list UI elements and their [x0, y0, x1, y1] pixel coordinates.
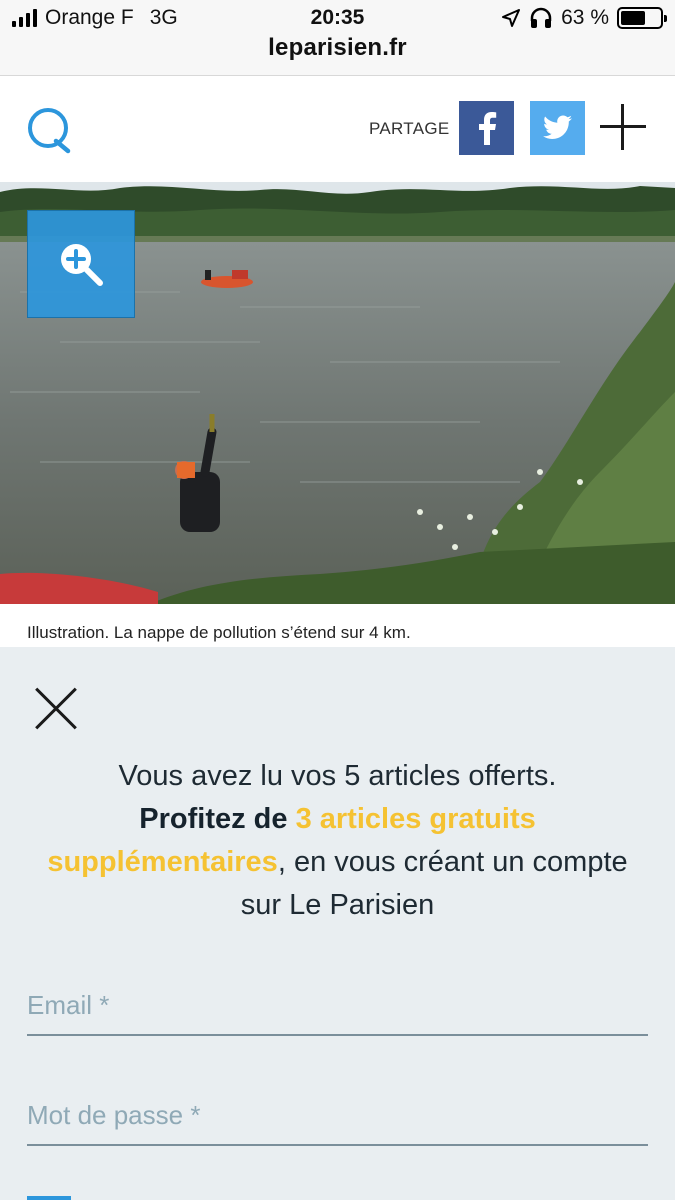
twitter-icon: [542, 115, 572, 139]
status-bar: Orange F 3G 20:35 63 % leparisien.fr: [0, 0, 675, 76]
share-label: PARTAGE: [369, 119, 450, 138]
battery-level: [621, 11, 645, 25]
le-parisien-q-logo-icon[interactable]: [26, 107, 74, 155]
url-bar[interactable]: leparisien.fr: [0, 34, 675, 62]
twitter-share-button[interactable]: [530, 101, 585, 155]
email-field[interactable]: [27, 976, 648, 1034]
zoom-button[interactable]: [27, 210, 135, 318]
plus-icon[interactable]: [600, 104, 646, 150]
modal-message: Vous avez lu vos 5 articles offerts. Pro…: [30, 755, 645, 927]
location-arrow-icon: [502, 9, 521, 27]
email-field-wrapper: [27, 976, 648, 1036]
modal-bold-text: Profitez de: [139, 803, 288, 835]
facebook-icon: [478, 112, 496, 145]
password-field-wrapper: [27, 1086, 648, 1146]
headphones-icon: [530, 7, 552, 28]
modal-line-1: Vous avez lu vos 5 articles offerts.: [118, 760, 557, 792]
submit-button[interactable]: [27, 1196, 71, 1200]
battery-icon: [617, 7, 667, 29]
zoom-in-icon: [61, 244, 103, 286]
battery-percent: 63 %: [561, 6, 609, 29]
password-field[interactable]: [27, 1086, 648, 1144]
site-header: PARTAGE: [0, 77, 675, 181]
close-icon[interactable]: [34, 687, 78, 731]
image-caption: Illustration. La nappe de pollution s’ét…: [27, 623, 411, 642]
facebook-share-button[interactable]: [459, 101, 514, 155]
status-right: 63 %: [501, 6, 667, 30]
modal-rest-text: , en vous créant un compte sur Le Parisi…: [240, 846, 628, 921]
